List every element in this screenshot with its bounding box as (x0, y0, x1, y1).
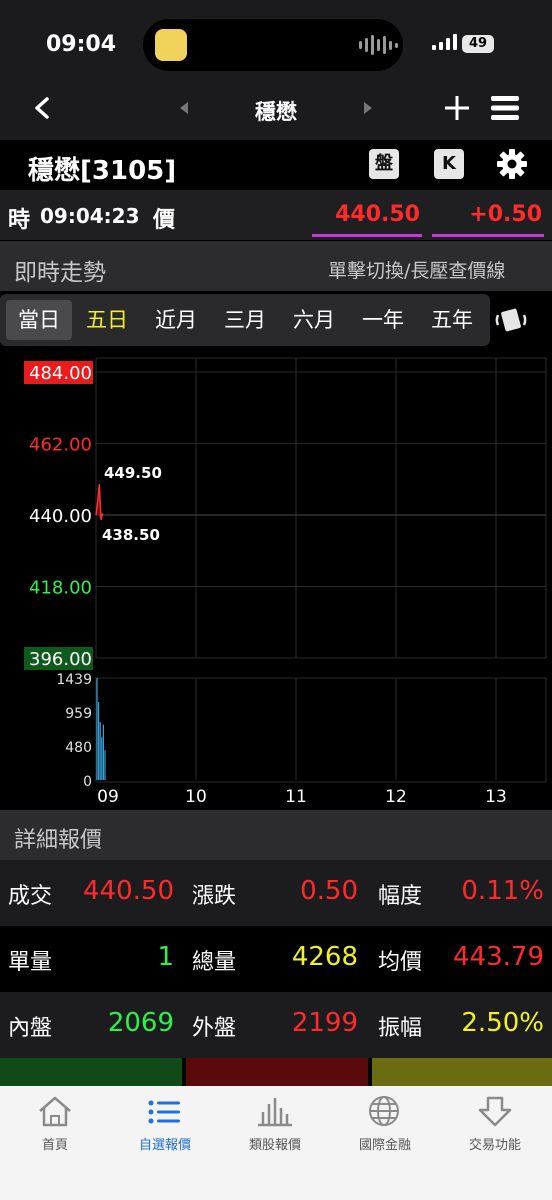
tab-international[interactable]: 國際金融 (330, 1134, 440, 1153)
audio-wave-icon (359, 35, 398, 55)
detail-value: 440.50 (83, 876, 174, 906)
detail-label: 成交 (8, 884, 53, 909)
volume-tick-label: 0 (83, 774, 92, 790)
price-tick-label: 418.00 (29, 578, 92, 599)
detail-label: 振幅 (378, 1016, 423, 1041)
volume-tick-label: 1439 (56, 672, 92, 688)
rotate-screen-icon[interactable] (494, 306, 528, 334)
tab-5year[interactable]: 五年 (421, 300, 483, 340)
price-tick-label: 396.00 (29, 649, 92, 670)
limit-up-strip (186, 1058, 368, 1086)
detail-value: 443.79 (453, 942, 544, 972)
price-tick-label: 440.00 (29, 506, 92, 527)
detail-value: 2199 (291, 1008, 358, 1038)
volume-tick-label: 959 (65, 706, 92, 722)
price-tick-label: 484.00 (29, 363, 92, 384)
low-price-label: 438.50 (102, 526, 160, 544)
menu-icon[interactable] (491, 95, 519, 121)
trend-hint: 單擊切換/長壓查價線 (328, 260, 506, 282)
order-book-button[interactable]: 盤 (369, 149, 399, 179)
volume-tick-label: 480 (65, 740, 92, 756)
tab-intraday[interactable]: 當日 (6, 300, 72, 340)
detail-value: 4268 (291, 942, 358, 972)
detail-label: 均價 (378, 950, 423, 975)
next-stock-icon[interactable] (362, 101, 374, 115)
price-tick-label: 462.00 (29, 435, 92, 456)
battery-icon: 49 (462, 35, 494, 53)
detail-value: 2.50% (461, 1008, 544, 1038)
cellular-signal-icon (432, 34, 457, 50)
time-tick-label: 12 (385, 787, 407, 807)
now-playing-icon (155, 29, 187, 61)
change-underline (432, 234, 544, 237)
globe-icon[interactable] (330, 1094, 440, 1130)
tab-5day[interactable]: 五日 (76, 300, 138, 340)
back-chevron-icon[interactable] (30, 96, 54, 120)
sector-chart-icon[interactable] (220, 1094, 330, 1130)
detail-label: 漲跌 (192, 884, 237, 909)
tab-trading[interactable]: 交易功能 (440, 1134, 550, 1153)
time-tick-label: 10 (185, 787, 207, 807)
reference-strip (372, 1058, 552, 1086)
detail-title: 詳細報價 (14, 828, 103, 853)
dynamic-island[interactable] (143, 19, 403, 71)
stock-name: 穩懋[3105] (28, 156, 177, 186)
detail-label: 總量 (192, 950, 237, 975)
gear-icon[interactable] (496, 148, 528, 180)
detail-value: 0.50 (300, 876, 358, 906)
detail-label: 內盤 (8, 1016, 53, 1041)
nav-title: 穩懋 (255, 100, 297, 124)
limit-down-strip (0, 1058, 182, 1086)
trade-icon[interactable] (440, 1094, 550, 1130)
time-tick-label: 11 (285, 787, 307, 807)
tab-home[interactable]: 首頁 (0, 1134, 110, 1153)
trend-title: 即時走勢 (14, 260, 106, 286)
detail-value: 0.11% (461, 876, 544, 906)
tab-sector-quotes[interactable]: 類股報價 (220, 1134, 330, 1153)
time-tick-label: 13 (485, 787, 507, 807)
watchlist-icon[interactable] (110, 1094, 220, 1130)
detail-value: 1 (157, 942, 174, 972)
high-price-label: 449.50 (104, 464, 162, 482)
detail-label: 幅度 (378, 884, 423, 909)
kline-button[interactable]: K (434, 149, 464, 179)
quote-time-label: 時 (8, 208, 31, 233)
time-tick-label: 09 (97, 787, 119, 807)
quote-price: 440.50 (335, 202, 420, 227)
price-underline (312, 234, 422, 237)
prev-stock-icon[interactable] (178, 101, 190, 115)
intraday-chart[interactable]: 484.00 462.00 440.00 418.00 396.00 449.50 438… (0, 348, 552, 810)
quote-price-label: 價 (153, 208, 176, 233)
quote-time: 09:04:23 (40, 204, 140, 228)
detail-label: 外盤 (192, 1016, 237, 1041)
tab-6month[interactable]: 六月 (283, 300, 345, 340)
home-icon[interactable] (0, 1094, 110, 1130)
detail-label: 單量 (8, 950, 53, 975)
tab-1year[interactable]: 一年 (352, 300, 414, 340)
status-time: 09:04 (46, 32, 117, 57)
quote-change: +0.50 (469, 202, 542, 227)
detail-value: 2069 (107, 1008, 174, 1038)
tab-watchlist[interactable]: 自選報價 (110, 1134, 220, 1153)
tab-1month[interactable]: 近月 (145, 300, 207, 340)
add-icon[interactable] (443, 94, 471, 122)
tab-3month[interactable]: 三月 (214, 300, 276, 340)
